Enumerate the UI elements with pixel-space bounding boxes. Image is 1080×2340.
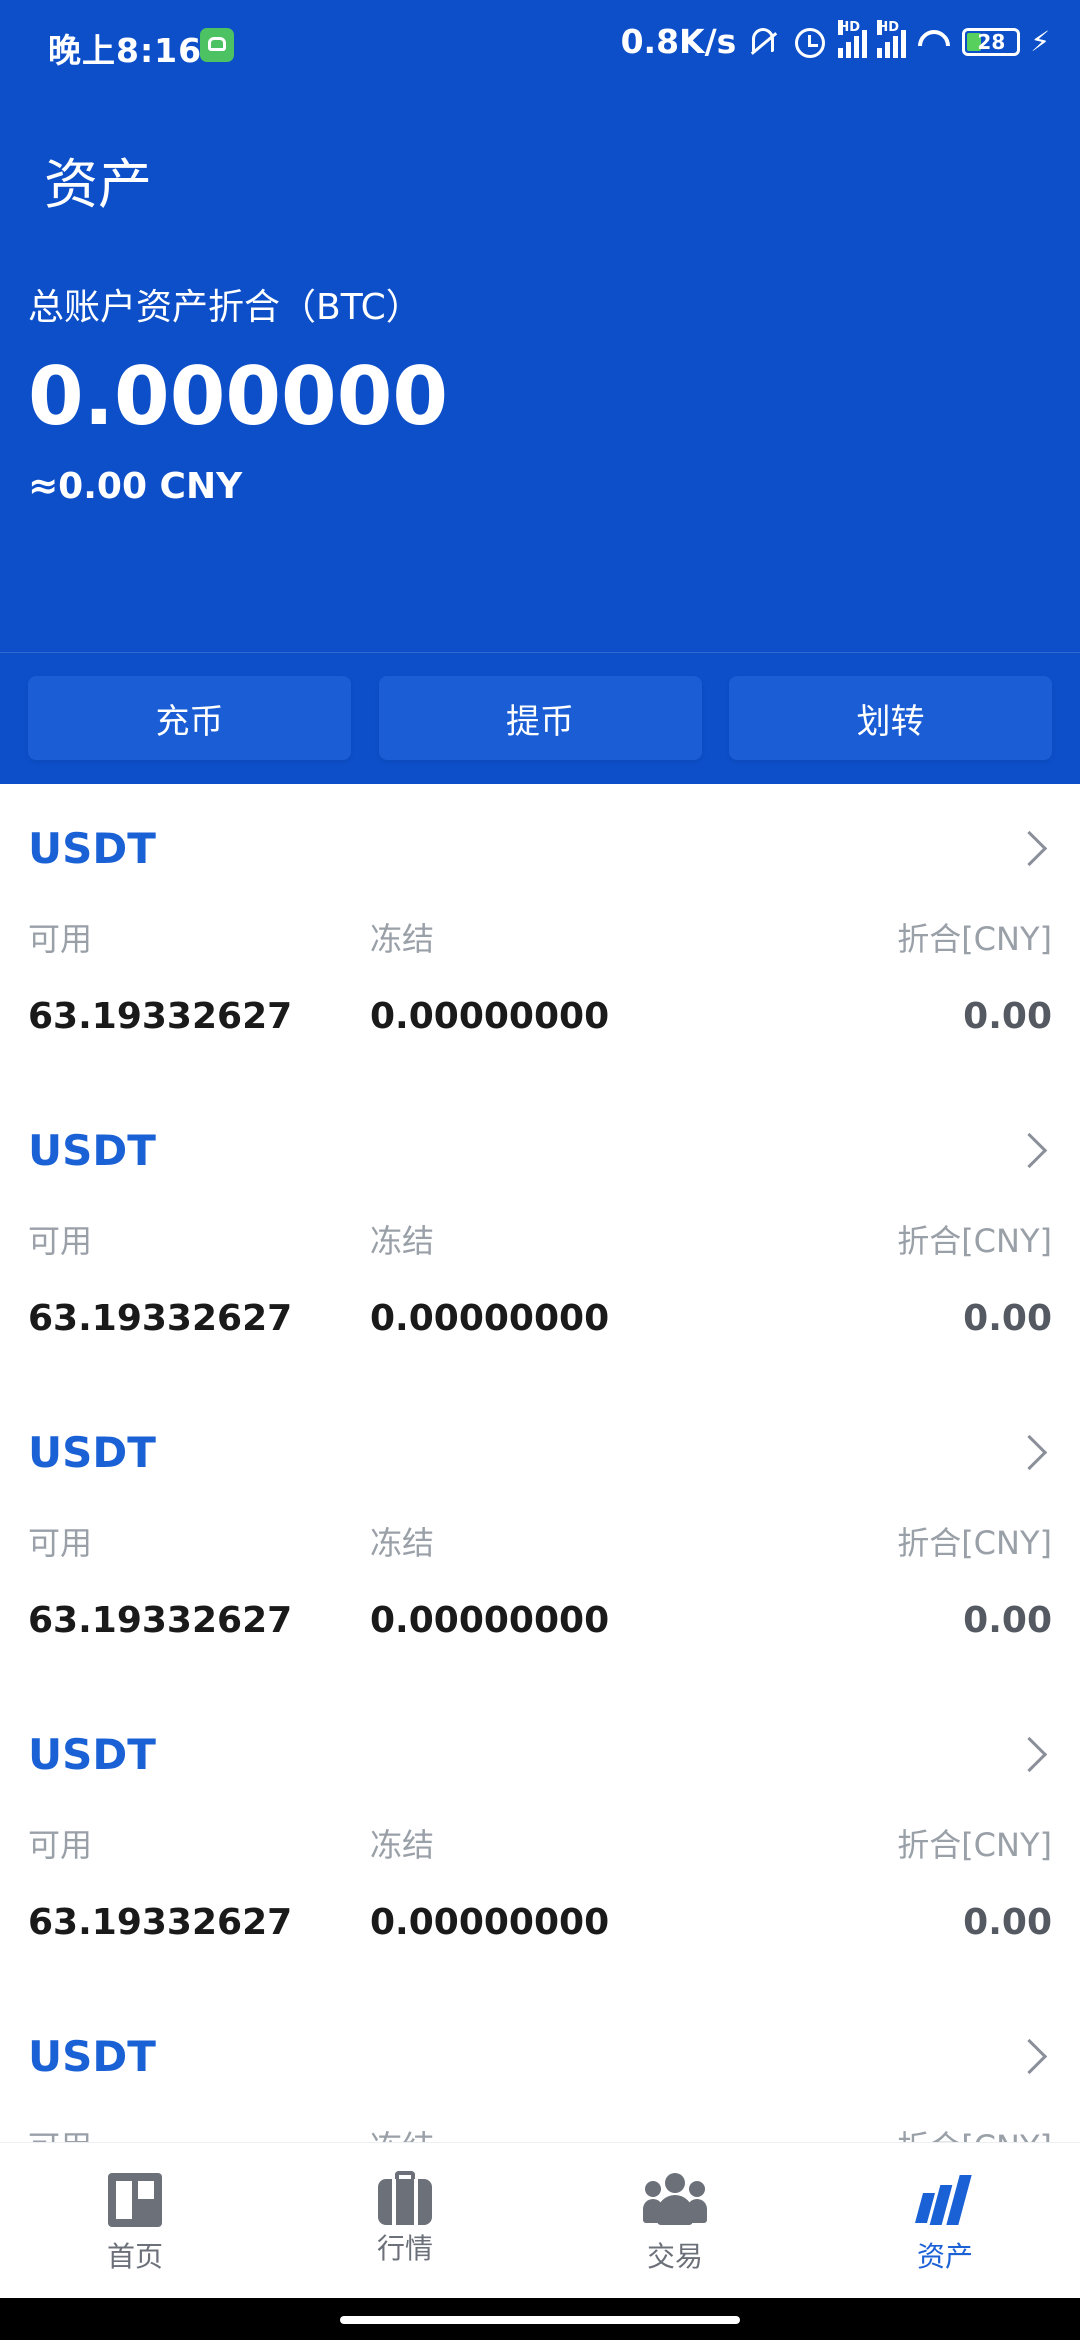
tab-trade[interactable]: 交易 bbox=[540, 2143, 810, 2299]
chevron-right-icon[interactable] bbox=[1011, 2038, 1048, 2075]
users-icon bbox=[643, 2173, 707, 2227]
header: 晚上8:16 0.8K/s HD HD 28 ⚡ 资产 总账户资产折合（BTC）… bbox=[0, 0, 1080, 784]
status-icons: 0.8K/s HD HD 28 ⚡ bbox=[620, 19, 1050, 61]
frozen-value: 0.00000000 bbox=[370, 1902, 610, 1943]
frozen-label: 冻结 bbox=[370, 1524, 435, 1562]
transfer-button[interactable]: 划转 bbox=[729, 676, 1052, 760]
available-label: 可用 bbox=[28, 1826, 93, 1864]
available-label: 可用 bbox=[28, 1524, 93, 1562]
withdraw-button[interactable]: 提币 bbox=[378, 676, 702, 760]
assets-logo-icon bbox=[914, 2173, 975, 2227]
asset-name: USDT bbox=[28, 824, 156, 873]
divider bbox=[0, 652, 1080, 653]
total-assets-label: 总账户资产折合（BTC） bbox=[28, 287, 422, 328]
cny-value: 0.00 bbox=[963, 996, 1052, 1037]
frozen-label: 冻结 bbox=[370, 1222, 435, 1260]
signal-hd-label: HD bbox=[877, 19, 899, 35]
tab-label: 行情 bbox=[376, 2232, 433, 2265]
available-value: 63.19332627 bbox=[28, 1298, 293, 1339]
alarm-icon bbox=[792, 24, 828, 60]
asset-list: USDT 可用 冻结 折合[CNY] 63.19332627 0.0000000… bbox=[0, 784, 1080, 2294]
available-label: 可用 bbox=[28, 1222, 93, 1260]
asset-name: USDT bbox=[28, 1126, 156, 1175]
asset-card[interactable]: USDT 可用 冻结 折合[CNY] 63.19332627 0.0000000… bbox=[0, 1388, 1080, 1690]
asset-name: USDT bbox=[28, 1730, 156, 1779]
status-bar: 晚上8:16 0.8K/s HD HD 28 ⚡ bbox=[0, 0, 1080, 92]
deposit-button[interactable]: 充币 bbox=[28, 676, 351, 760]
chevron-right-icon[interactable] bbox=[1011, 1736, 1048, 1773]
cny-label: 折合[CNY] bbox=[897, 1222, 1052, 1260]
asset-name: USDT bbox=[28, 2032, 156, 2081]
tab-assets[interactable]: 资产 bbox=[810, 2143, 1080, 2299]
frozen-label: 冻结 bbox=[370, 1826, 435, 1864]
wifi-icon bbox=[916, 24, 952, 60]
app-notification-icon bbox=[200, 28, 234, 62]
briefcase-icon bbox=[378, 2171, 432, 2225]
action-buttons: 充币 提币 划转 bbox=[28, 676, 1052, 760]
home-indicator[interactable] bbox=[340, 2316, 740, 2324]
frozen-value: 0.00000000 bbox=[370, 996, 610, 1037]
available-value: 63.19332627 bbox=[28, 996, 293, 1037]
frozen-value: 0.00000000 bbox=[370, 1600, 610, 1641]
charging-icon: ⚡ bbox=[1030, 25, 1050, 58]
cny-label: 折合[CNY] bbox=[897, 1524, 1052, 1562]
frozen-value: 0.00000000 bbox=[370, 1298, 610, 1339]
chevron-right-icon[interactable] bbox=[1011, 1132, 1048, 1169]
signal-icon: HD bbox=[877, 19, 907, 58]
tab-label: 资产 bbox=[916, 2240, 973, 2273]
available-label: 可用 bbox=[28, 920, 93, 958]
tab-label: 首页 bbox=[106, 2240, 163, 2273]
page-title: 资产 bbox=[44, 153, 152, 216]
frozen-label: 冻结 bbox=[370, 920, 435, 958]
status-time: 晚上8:16 bbox=[48, 31, 203, 70]
cny-label: 折合[CNY] bbox=[897, 920, 1052, 958]
battery-level: 28 bbox=[977, 29, 1006, 54]
asset-name: USDT bbox=[28, 1428, 156, 1477]
asset-card[interactable]: USDT 可用 冻结 折合[CNY] 63.19332627 0.0000000… bbox=[0, 1690, 1080, 1992]
cny-value: 0.00 bbox=[963, 1600, 1052, 1641]
system-nav-bar bbox=[0, 2298, 1080, 2340]
cny-label: 折合[CNY] bbox=[897, 1826, 1052, 1864]
total-assets-cny: ≈0.00 CNY bbox=[28, 466, 243, 507]
battery-icon: 28 bbox=[962, 27, 1021, 56]
home-icon bbox=[108, 2173, 162, 2227]
bottom-tab-bar: 首页 行情 交易 资产 bbox=[0, 2142, 1080, 2299]
chevron-right-icon[interactable] bbox=[1011, 830, 1048, 867]
tab-label: 交易 bbox=[646, 2240, 703, 2273]
signal-hd-label: HD bbox=[838, 19, 860, 35]
total-assets-value: 0.000000 bbox=[28, 350, 449, 443]
signal-icon: HD bbox=[838, 19, 868, 58]
asset-card[interactable]: USDT 可用 冻结 折合[CNY] 63.19332627 0.0000000… bbox=[0, 1086, 1080, 1388]
cny-value: 0.00 bbox=[963, 1298, 1052, 1339]
chevron-right-icon[interactable] bbox=[1011, 1434, 1048, 1471]
available-value: 63.19332627 bbox=[28, 1600, 293, 1641]
asset-card[interactable]: USDT 可用 冻结 折合[CNY] 63.19332627 0.0000000… bbox=[0, 784, 1080, 1086]
mute-bell-icon bbox=[746, 24, 782, 60]
tab-market[interactable]: 行情 bbox=[270, 2143, 540, 2299]
available-value: 63.19332627 bbox=[28, 1902, 293, 1943]
network-speed: 0.8K/s bbox=[620, 22, 737, 61]
tab-home[interactable]: 首页 bbox=[0, 2143, 270, 2299]
cny-value: 0.00 bbox=[963, 1902, 1052, 1943]
